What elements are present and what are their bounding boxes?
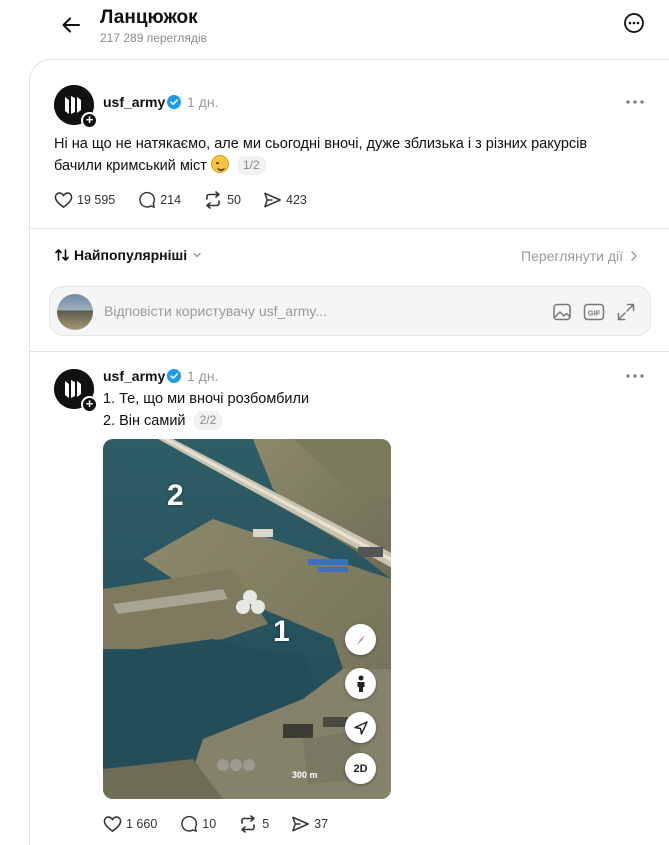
comment-button[interactable]: 10 [179, 815, 216, 833]
share-count: 423 [286, 193, 307, 207]
ellipsis-icon [626, 100, 644, 104]
sort-dropdown[interactable]: Найпопулярніші [54, 247, 203, 263]
follow-plus-icon[interactable]: + [81, 396, 98, 413]
divider [30, 351, 669, 352]
current-user-avatar [57, 294, 93, 330]
sort-arrows-icon [55, 249, 69, 261]
location-button[interactable] [345, 712, 376, 743]
like-button[interactable]: 19 595 [54, 191, 115, 209]
comment-icon [181, 815, 198, 832]
expand-composer-button[interactable] [614, 300, 638, 324]
gif-icon: GIF [583, 303, 605, 321]
post-text: Ні на що не натякаємо, але ми сьогодні в… [54, 136, 588, 174]
reply-input[interactable]: Відповісти користувачу usf_army... [104, 303, 327, 319]
page-header: Ланцюжок 217 289 переглядів [0, 0, 669, 58]
navigation-arrow-icon [353, 720, 368, 735]
reply-counter: 2/2 [193, 411, 223, 430]
attach-image-button[interactable] [550, 300, 574, 324]
arrow-left-icon [62, 17, 80, 33]
person-icon [357, 675, 364, 692]
view-2d-button[interactable]: 2D [345, 753, 376, 784]
reply-post-time: 1 дн. [187, 368, 219, 384]
views-count: 217 289 переглядів [100, 31, 207, 45]
reply-more-button[interactable] [624, 365, 646, 387]
post-text-block: Ні на що не натякаємо, але ми сьогодні в… [54, 133, 614, 177]
repost-icon [241, 815, 255, 833]
sort-label: Найпопулярніші [74, 247, 188, 263]
back-button[interactable] [56, 10, 86, 40]
repost-icon [206, 191, 220, 209]
divider [30, 228, 669, 229]
satellite-map-image[interactable]: 2 1 2D 300 m [103, 439, 391, 799]
reply-post-actions: 1 660 10 5 37 [103, 815, 350, 833]
share-button[interactable]: 423 [263, 191, 307, 209]
comment-button[interactable]: 214 [137, 191, 181, 209]
reply-line-2: 2. Він самий [103, 413, 186, 429]
post-counter: 1/2 [236, 156, 266, 175]
verified-badge-icon [167, 95, 181, 109]
heart-icon [103, 816, 122, 833]
share-button[interactable]: 37 [291, 815, 328, 833]
follow-plus-icon[interactable]: + [81, 112, 98, 129]
like-button[interactable]: 1 660 [103, 815, 157, 833]
repost-button[interactable]: 5 [238, 815, 269, 833]
street-view-button[interactable] [345, 668, 376, 699]
smirk-emoji-icon [210, 155, 229, 173]
send-icon [264, 192, 281, 208]
repost-count: 50 [227, 193, 241, 207]
post-actions: 19 595 214 50 423 [54, 191, 329, 209]
share-count: 37 [314, 817, 329, 831]
author-username[interactable]: usf_army [103, 94, 165, 110]
more-options-button[interactable] [622, 11, 646, 35]
map-label-2: 2 [167, 479, 184, 512]
thread-card: + usf_army 1 дн. Ні на що не натякаємо, … [29, 59, 669, 845]
view-activity-link[interactable]: Переглянути дії [521, 248, 639, 264]
page-title: Ланцюжок [100, 7, 198, 28]
chevron-down-icon [193, 252, 201, 258]
reply-author-username[interactable]: usf_army [103, 368, 165, 384]
map-label-1: 1 [273, 615, 290, 648]
reply-line-2-block: 2. Він самий 2/2 [103, 410, 223, 432]
ellipsis-icon [626, 374, 644, 378]
verified-badge-icon [167, 369, 181, 383]
view-activity-label: Переглянути дії [521, 248, 623, 264]
chevron-right-icon [631, 251, 637, 261]
comment-icon [139, 191, 156, 208]
reply-author-avatar[interactable]: + [54, 369, 98, 413]
comment-count: 214 [160, 193, 182, 207]
like-count: 19 595 [77, 193, 116, 207]
like-count: 1 660 [126, 817, 158, 831]
more-circle-icon [624, 13, 644, 33]
map-scale-label: 300 m [292, 770, 318, 780]
repost-count: 5 [262, 817, 270, 831]
satellite-map-graphic [103, 439, 391, 799]
comment-count: 10 [202, 817, 217, 831]
svg-text:GIF: GIF [588, 309, 601, 318]
expand-icon [617, 303, 635, 321]
post-more-button[interactable] [624, 91, 646, 113]
reply-composer[interactable]: Відповісти користувачу usf_army... GIF [49, 286, 651, 336]
compass-icon [356, 634, 365, 645]
heart-icon [54, 192, 73, 209]
send-icon [292, 816, 310, 832]
attach-gif-button[interactable]: GIF [582, 300, 606, 324]
repost-button[interactable]: 50 [203, 191, 241, 209]
post-time: 1 дн. [187, 94, 219, 110]
compass-button[interactable] [345, 624, 376, 655]
author-avatar[interactable]: + [54, 85, 98, 129]
reply-line-1: 1. Те, що ми вночі розбомбили [103, 391, 310, 407]
image-icon [553, 303, 571, 321]
